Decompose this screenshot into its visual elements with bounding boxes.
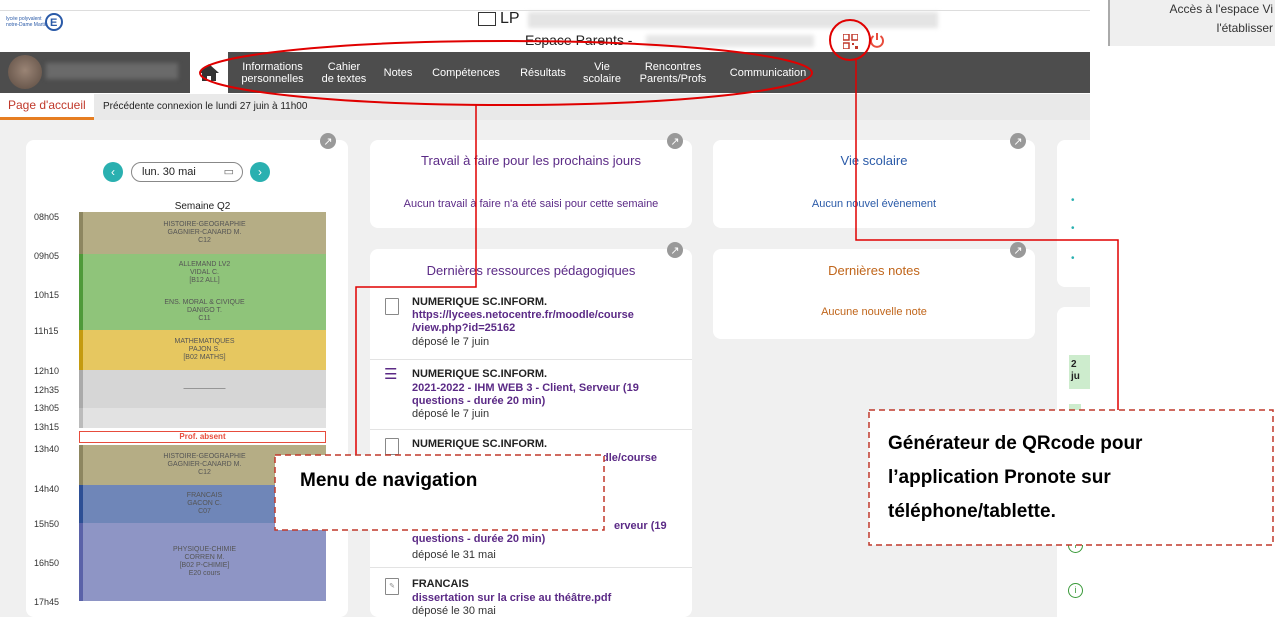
menu-annotation-box (274, 454, 605, 531)
menu-annotation-label: Menu de navigation (300, 470, 478, 491)
qr-annotation-label: Générateur de QRcode pour l’application … (888, 433, 1143, 522)
qr-annotation-line (855, 60, 1119, 410)
qr-highlight-circle (829, 19, 871, 61)
nav-highlight-ellipse (199, 40, 813, 106)
nav-annotation-line (355, 105, 477, 455)
